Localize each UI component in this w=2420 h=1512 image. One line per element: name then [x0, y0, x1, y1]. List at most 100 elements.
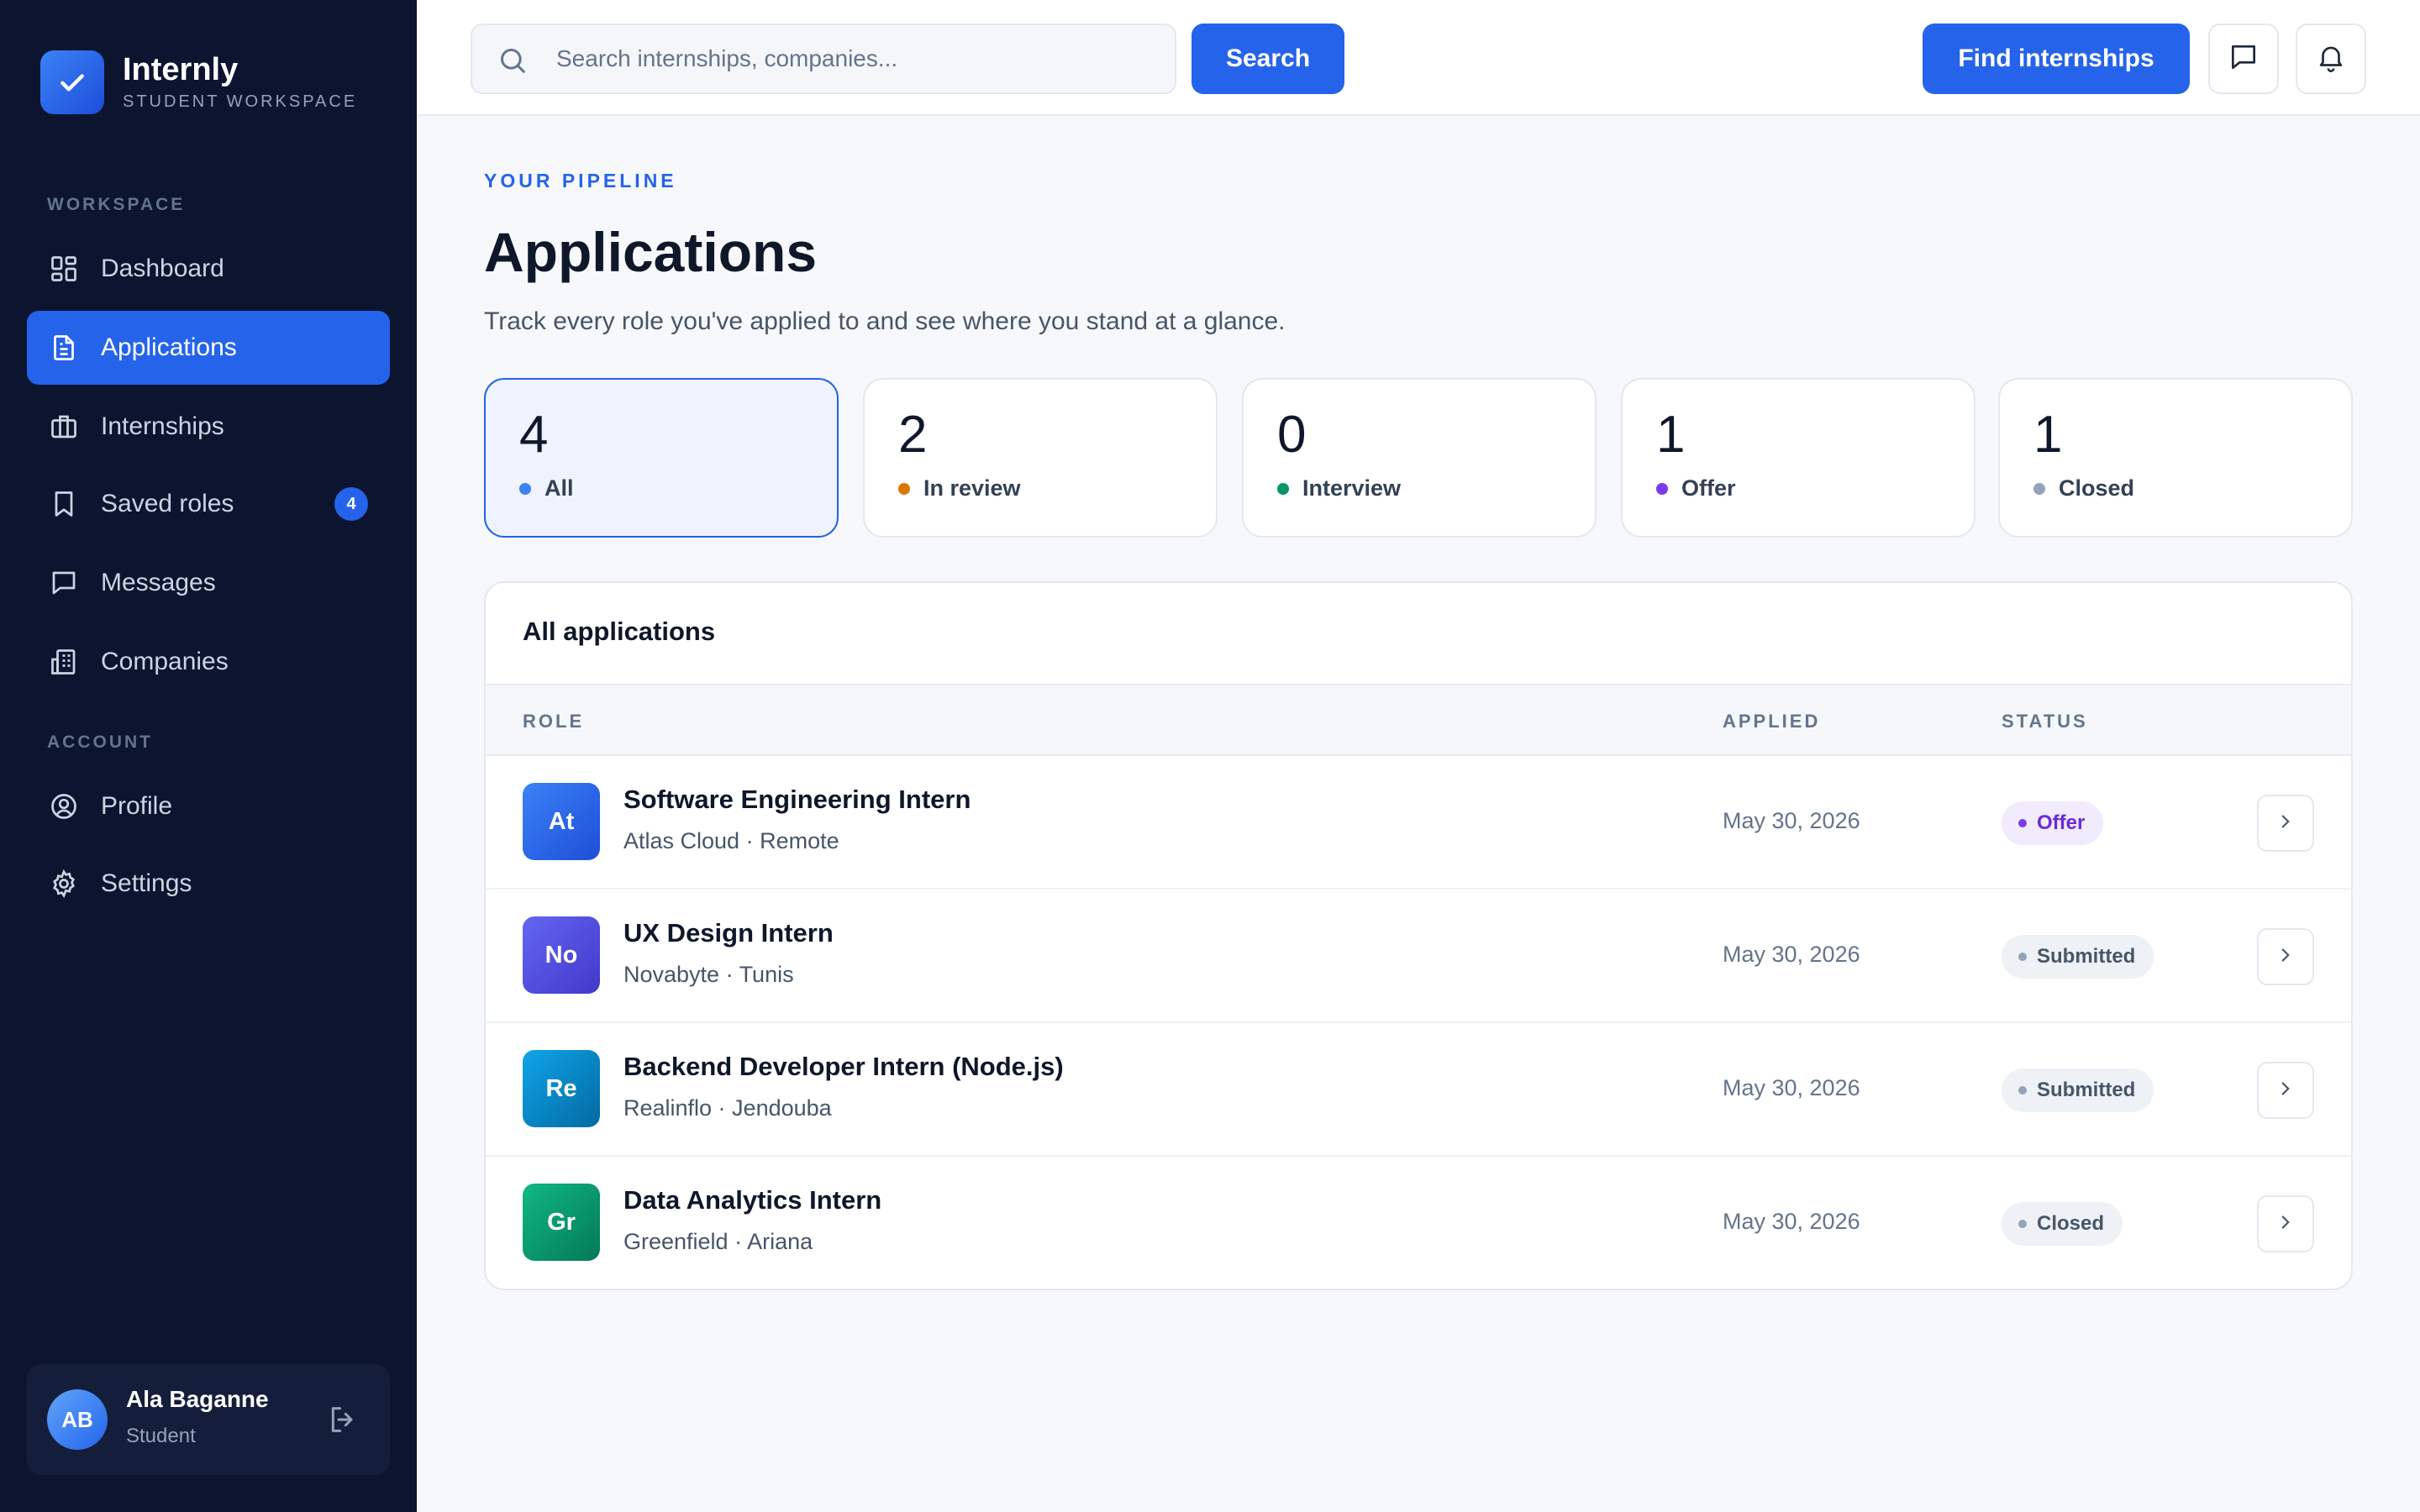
sidebar-item-label: Dashboard: [101, 255, 224, 282]
sidebar-item-label: Internships: [101, 412, 224, 440]
status-badge: Submitted: [2002, 1068, 2154, 1112]
search-input[interactable]: [556, 25, 1161, 92]
table-row[interactable]: Re Backend Developer Intern (Node.js) Re…: [486, 1023, 2351, 1157]
stat-card-offer[interactable]: 1 Offer: [1621, 378, 1975, 538]
sidebar-item-label: Saved roles: [101, 490, 234, 517]
sidebar-item-label: Profile: [101, 792, 173, 820]
bookmark-icon: [47, 487, 81, 521]
messages-button[interactable]: [2208, 24, 2279, 94]
stat-count: 0: [1277, 406, 1307, 464]
stat-card-in-review[interactable]: 2 In review: [863, 378, 1218, 538]
status-dot: [519, 482, 531, 495]
account-section-label: ACCOUNT: [47, 732, 153, 752]
sidebar-item-label: Applications: [101, 333, 237, 361]
role-title: Backend Developer Intern (Node.js): [623, 1052, 1064, 1081]
sidebar-item-applications[interactable]: Applications: [27, 311, 390, 385]
chevron-right-icon: [2275, 1211, 2296, 1237]
document-icon: [47, 331, 81, 365]
stat-label: Interview: [1302, 475, 1402, 501]
saved-roles-count-badge: 4: [334, 487, 368, 521]
role-title: UX Design Intern: [623, 918, 834, 948]
stat-count: 1: [2033, 406, 2063, 464]
role-title: Software Engineering Intern: [623, 785, 971, 814]
sidebar: Internly STUDENT WORKSPACE WORKSPACE Das…: [0, 0, 417, 1512]
check-logo-icon: [40, 50, 104, 114]
column-header-status: STATUS: [2002, 711, 2088, 732]
gear-icon: [47, 867, 81, 900]
notifications-button[interactable]: [2296, 24, 2366, 94]
stat-label: Offer: [1681, 475, 1736, 501]
user-name: Ala Baganne: [126, 1386, 269, 1412]
stat-count: 1: [1656, 406, 1686, 464]
company-logo: At: [523, 783, 600, 860]
search-button[interactable]: Search: [1192, 24, 1344, 94]
open-application-button[interactable]: [2257, 1062, 2314, 1119]
briefcase-icon: [47, 410, 81, 444]
dashboard-icon: [47, 252, 81, 286]
brand-name: Internly: [123, 52, 239, 87]
logout-icon[interactable]: [326, 1403, 360, 1436]
search-box[interactable]: [471, 24, 1176, 94]
status-badge: Submitted: [2002, 935, 2154, 979]
chevron-right-icon: [2275, 1078, 2296, 1104]
role-company-location: Realinflo · Jendouba: [623, 1095, 832, 1121]
status-badge: Offer: [2002, 801, 2104, 845]
sidebar-item-profile[interactable]: Profile: [27, 769, 390, 843]
status-dot: [1656, 482, 1668, 495]
column-header-role: ROLE: [523, 711, 585, 732]
chevron-right-icon: [2275, 811, 2296, 837]
topbar: Search Find internships: [417, 0, 2420, 116]
open-application-button[interactable]: [2257, 795, 2314, 852]
sidebar-item-messages[interactable]: Messages: [27, 546, 390, 620]
table-header: ROLE APPLIED STATUS: [486, 684, 2351, 756]
user-circle-icon: [47, 790, 81, 823]
sidebar-item-settings[interactable]: Settings: [27, 847, 390, 921]
table-row[interactable]: At Software Engineering Intern Atlas Clo…: [486, 756, 2351, 890]
page-title: Applications: [484, 221, 818, 283]
stat-card-interview[interactable]: 0 Interview: [1242, 378, 1597, 538]
table-row[interactable]: No UX Design Intern Novabyte · Tunis May…: [486, 890, 2351, 1023]
role-company-location: Atlas Cloud · Remote: [623, 828, 839, 853]
table-title: All applications: [523, 617, 716, 646]
status-badge: Closed: [2002, 1202, 2123, 1246]
open-application-button[interactable]: [2257, 928, 2314, 985]
brand-subtitle: STUDENT WORKSPACE: [123, 92, 358, 111]
user-role: Student: [126, 1425, 196, 1447]
table-row[interactable]: Gr Data Analytics Intern Greenfield · Ar…: [486, 1157, 2351, 1289]
page-eyebrow: YOUR PIPELINE: [484, 170, 677, 192]
search-icon: [496, 44, 529, 77]
company-logo: Gr: [523, 1184, 600, 1261]
message-icon: [47, 566, 81, 600]
brand[interactable]: Internly STUDENT WORKSPACE: [40, 50, 357, 114]
stat-count: 2: [898, 406, 928, 464]
status-dot: [1277, 482, 1289, 495]
stat-label: Closed: [2059, 475, 2135, 501]
sidebar-item-label: Settings: [101, 869, 192, 897]
page-description: Track every role you've applied to and s…: [484, 307, 1286, 335]
sidebar-item-saved-roles[interactable]: Saved roles 4: [27, 467, 390, 541]
status-dot: [898, 482, 910, 495]
bell-icon: [2315, 41, 2347, 77]
sidebar-item-internships[interactable]: Internships: [27, 390, 390, 464]
sidebar-item-label: Messages: [101, 569, 216, 596]
applied-date: May 30, 2026: [1723, 1209, 1860, 1234]
sidebar-item-dashboard[interactable]: Dashboard: [27, 232, 390, 306]
column-header-applied: APPLIED: [1723, 711, 1821, 732]
role-company-location: Novabyte · Tunis: [623, 962, 794, 987]
sidebar-item-label: Companies: [101, 648, 229, 675]
find-internships-button[interactable]: Find internships: [1923, 24, 2190, 94]
company-logo: Re: [523, 1050, 600, 1127]
applications-table: All applications ROLE APPLIED STATUS At …: [484, 581, 2353, 1290]
user-card[interactable]: AB Ala Baganne Student: [27, 1364, 390, 1475]
open-application-button[interactable]: [2257, 1195, 2314, 1252]
applied-date: May 30, 2026: [1723, 942, 1860, 967]
role-title: Data Analytics Intern: [623, 1185, 882, 1215]
stat-label: In review: [923, 475, 1021, 501]
building-icon: [47, 645, 81, 679]
sidebar-item-companies[interactable]: Companies: [27, 625, 390, 699]
applied-date: May 30, 2026: [1723, 1075, 1860, 1100]
applied-date: May 30, 2026: [1723, 808, 1860, 833]
stat-card-closed[interactable]: 1 Closed: [1998, 378, 2353, 538]
role-company-location: Greenfield · Ariana: [623, 1229, 813, 1254]
stat-card-all[interactable]: 4 All: [484, 378, 839, 538]
